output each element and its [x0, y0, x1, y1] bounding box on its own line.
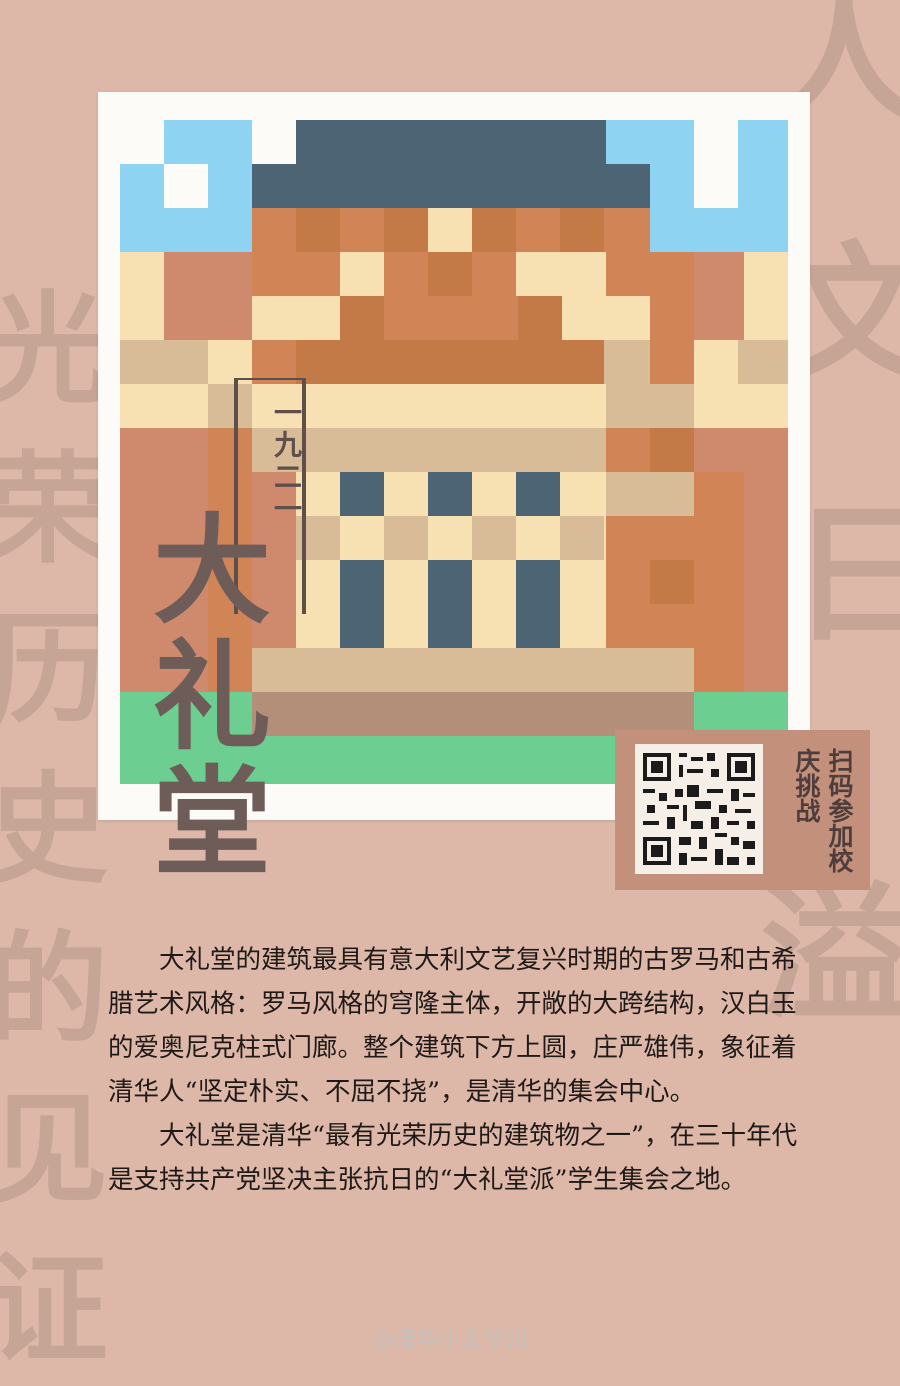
bg-glyph: 荣 [0, 439, 108, 580]
bg-glyph: 光 [0, 279, 108, 420]
page-title: 大礼堂 [152, 501, 271, 892]
paragraph: 大礼堂是清华“最有光荣历史的建筑物之一”，在三十年代是支持共产党坚决主张抗日的“… [108, 1121, 798, 1195]
bg-glyph: 史 [0, 759, 108, 900]
paragraph: 大礼堂的建筑最具有意大利文艺复兴时期的古罗马和古希腊艺术风格：罗马风格的穹隆主体… [108, 945, 797, 1107]
qr-code-icon [643, 753, 755, 865]
article-body: 大礼堂的建筑最具有意大利文艺复兴时期的古罗马和古希腊艺术风格：罗马风格的穹隆主体… [108, 938, 798, 1202]
qr-card[interactable]: 扫码参加校庆挑战 [615, 730, 870, 890]
year-label: 一九二一 [270, 398, 303, 526]
qr-caption: 扫码参加校庆挑战 [792, 748, 854, 873]
bg-glyph: 的 [0, 919, 108, 1060]
bg-glyph: 见 [0, 1079, 108, 1220]
bg-glyph: 历 [0, 599, 108, 740]
qr-code[interactable] [635, 744, 763, 874]
watermark: @清华小五爷园 [372, 1328, 527, 1353]
